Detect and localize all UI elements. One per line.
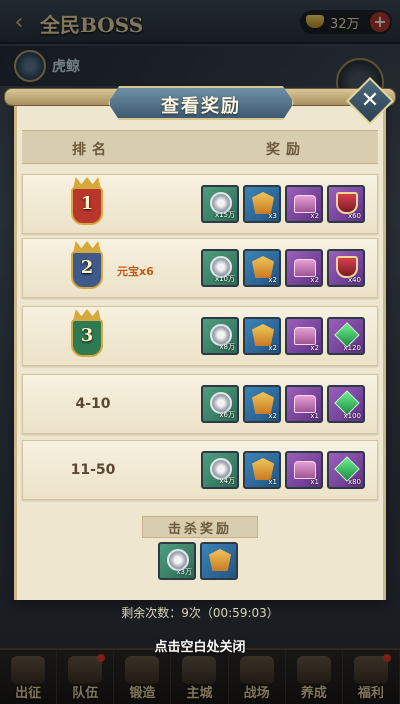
emblem-icon <box>252 256 274 278</box>
kill-reward-title: 击杀奖励 <box>167 522 232 537</box>
red-shield-icon <box>336 192 358 214</box>
item-qty: x15万 <box>214 211 235 219</box>
item-qty: x1 <box>268 478 277 486</box>
rank-range: 4-10 <box>75 396 111 412</box>
reward-items: x10万 x2 x2 x40 <box>201 249 369 287</box>
reward-items: x6万 x2 x1 x100 <box>201 385 369 423</box>
item-qty: x1 <box>310 412 319 420</box>
reward-item[interactable]: x3 <box>243 185 281 223</box>
reward-item[interactable]: x2 <box>285 249 323 287</box>
kill-reward-items: x3万 <box>158 542 242 580</box>
reward-item[interactable]: x2 <box>285 185 323 223</box>
emblem-icon <box>252 458 274 480</box>
rank-medal-icon: 3 <box>69 309 105 363</box>
table-header: 排名 奖励 <box>22 130 378 164</box>
item-qty: x2 <box>268 276 277 284</box>
item-qty: x60 <box>347 212 361 220</box>
reward-items: x8万 x2 x2 x120 <box>201 317 369 355</box>
reward-items: x4万 x1 x1 x80 <box>201 451 369 489</box>
item-qty: x100 <box>343 412 361 420</box>
emblem-icon <box>209 549 231 571</box>
reward-item[interactable]: x6万 <box>201 385 239 423</box>
item-qty: x3万 <box>176 568 192 576</box>
reward-item[interactable] <box>200 542 238 580</box>
reward-item[interactable]: x120 <box>327 317 365 355</box>
rank-range: 11-50 <box>70 462 116 478</box>
reward-item[interactable]: x8万 <box>201 317 239 355</box>
item-qty: x4万 <box>219 477 235 485</box>
rank-row: 11-50 x4万 x1 x1 x80 <box>22 440 378 500</box>
chest-icon <box>294 327 316 345</box>
reward-items: x15万 x3 x2 x60 <box>201 185 369 223</box>
reward-item[interactable]: x1 <box>243 451 281 489</box>
rank-row: 3 x8万 x2 x2 x120 <box>22 306 378 366</box>
modal-title: 查看奖励 <box>161 96 241 117</box>
reward-item[interactable]: x100 <box>327 385 365 423</box>
chest-icon <box>294 195 316 213</box>
rank-row: 4-10 x6万 x2 x1 x100 <box>22 374 378 434</box>
bonus-text: 元宝x6 <box>117 265 154 278</box>
reward-item[interactable]: x80 <box>327 451 365 489</box>
reward-item[interactable]: x10万 <box>201 249 239 287</box>
emblem-icon <box>252 392 274 414</box>
medal-number: 2 <box>80 257 94 278</box>
chest-icon <box>294 461 316 479</box>
reward-item[interactable]: x2 <box>243 249 281 287</box>
reward-item[interactable]: x60 <box>327 185 365 223</box>
item-qty: x3 <box>268 212 277 220</box>
item-qty: x2 <box>310 212 319 220</box>
header-rank: 排名 <box>72 142 112 158</box>
item-qty: x6万 <box>219 411 235 419</box>
chest-icon <box>294 395 316 413</box>
item-qty: x1 <box>310 478 319 486</box>
reward-item[interactable]: x1 <box>285 385 323 423</box>
close-hint: 点击空白处关闭 <box>154 640 246 655</box>
remaining-attempts: 剩余次数：9次（00:59:03） <box>121 606 279 620</box>
header-reward: 奖励 <box>266 142 306 158</box>
reward-item[interactable]: x15万 <box>201 185 239 223</box>
medal-number: 3 <box>80 325 94 346</box>
item-qty: x8万 <box>219 343 235 351</box>
rank-medal-icon: 2 <box>69 241 105 295</box>
item-qty: x2 <box>268 412 277 420</box>
rank-row: 1 x15万 x3 x2 x60 <box>22 174 378 234</box>
rank-medal-icon: 1 <box>69 177 105 231</box>
close-icon[interactable]: ✕ <box>353 84 387 118</box>
reward-item[interactable]: x2 <box>243 317 281 355</box>
item-qty: x2 <box>310 344 319 352</box>
chest-icon <box>294 259 316 277</box>
reward-item[interactable]: x2 <box>243 385 281 423</box>
red-shield-icon <box>336 256 358 278</box>
item-qty: x80 <box>347 478 361 486</box>
reward-item[interactable]: x2 <box>285 317 323 355</box>
reward-item[interactable]: x3万 <box>158 542 196 580</box>
rank-row: 2 元宝x6 x10万 x2 x2 x40 <box>22 238 378 298</box>
item-qty: x120 <box>343 344 361 352</box>
reward-item[interactable]: x1 <box>285 451 323 489</box>
reward-item[interactable]: x40 <box>327 249 365 287</box>
emblem-icon <box>252 192 274 214</box>
emblem-icon <box>252 324 274 346</box>
item-qty: x40 <box>347 276 361 284</box>
item-qty: x2 <box>310 276 319 284</box>
item-qty: x2 <box>268 344 277 352</box>
reward-item[interactable]: x4万 <box>201 451 239 489</box>
item-qty: x10万 <box>214 275 235 283</box>
medal-number: 1 <box>80 193 94 214</box>
